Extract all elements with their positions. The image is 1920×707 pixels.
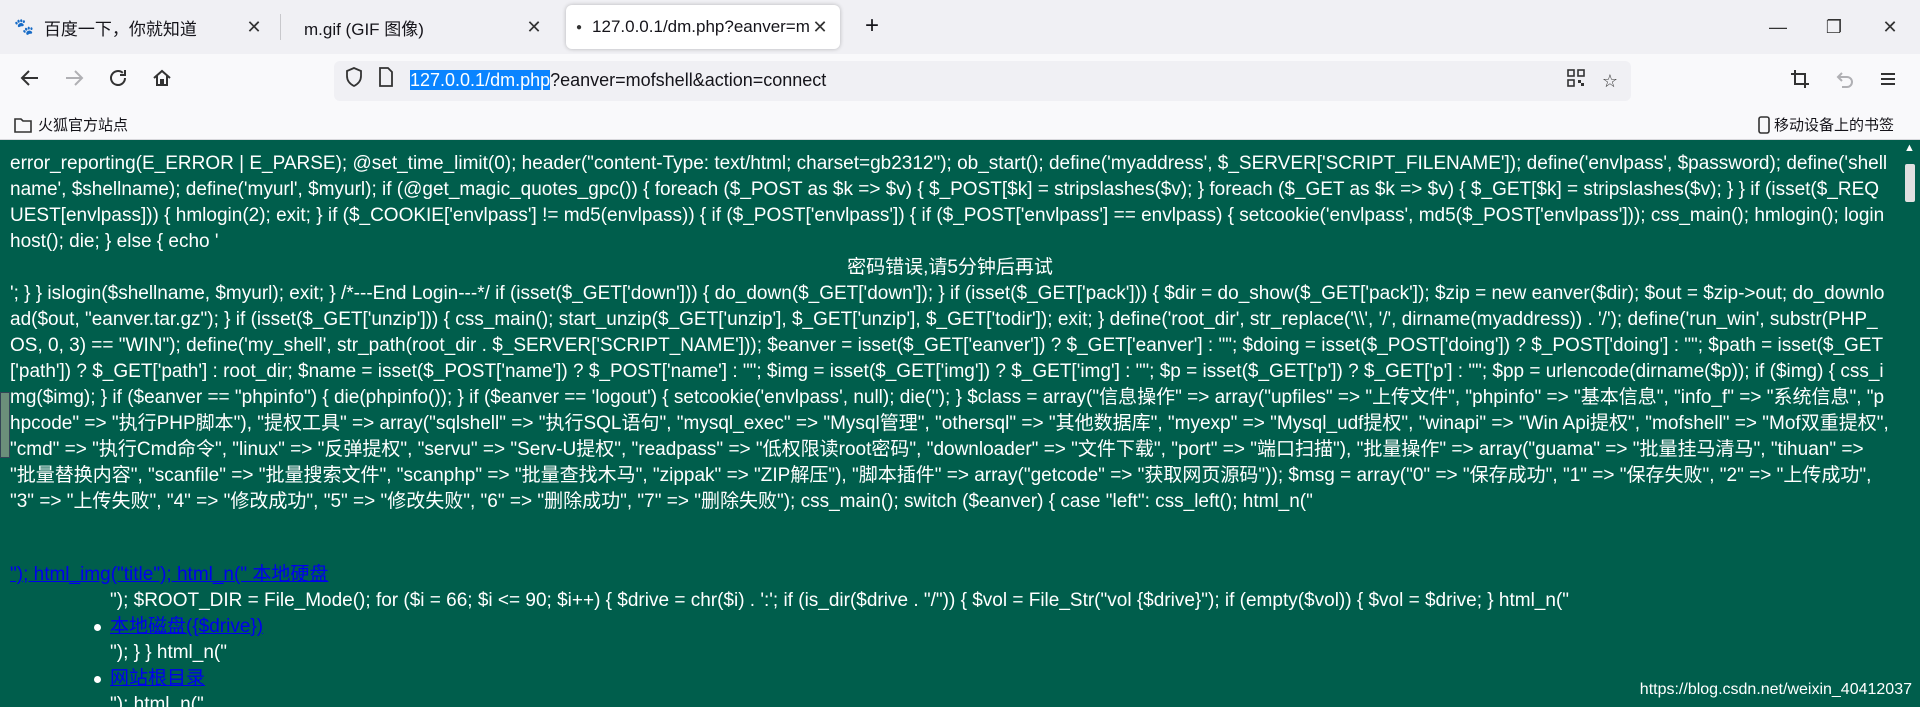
mobile-bookmarks[interactable]: 移动设备上的书签 (1758, 114, 1894, 135)
tab-baidu[interactable]: 🐾 百度一下，你就知道 ✕ (4, 5, 274, 49)
home-button[interactable] (146, 66, 178, 98)
side-panel-handle[interactable] (0, 392, 10, 458)
watermark: https://blog.csdn.net/weixin_40412037 (1639, 681, 1912, 698)
page-icon[interactable] (372, 67, 400, 95)
bullet-marker (94, 676, 101, 683)
arrow-left-icon (20, 70, 38, 86)
url-selected: 127.0.0.1/dm.php (410, 70, 551, 90)
tab-active[interactable]: ● 127.0.0.1/dm.php?eanver=mofshell ✕ (566, 5, 840, 49)
forward-button[interactable] (58, 66, 90, 98)
link-local-disk-drive[interactable]: 本地磁盘({$drive}) (110, 614, 263, 640)
close-window-icon[interactable]: ✕ (1870, 12, 1910, 42)
mobile-bookmarks-label: 移动设备上的书签 (1773, 117, 1894, 134)
source-part-2: '; } } islogin($shellname, $myurl); exit… (10, 283, 1889, 512)
menu-button[interactable] (1872, 66, 1904, 98)
vertical-scrollbar[interactable]: ▲ (1900, 140, 1920, 707)
url-query: ?eanver=mofshell&action=connect (550, 70, 827, 90)
paw-icon: 🐾 (14, 19, 34, 36)
new-tab-button[interactable]: + (856, 11, 888, 43)
home-icon (153, 69, 171, 86)
dot-icon: ● (576, 21, 583, 33)
source-line-root-dir: "); $ROOT_DIR = File_Mode(); for ($i = 6… (110, 590, 1570, 611)
tab-divider (280, 14, 281, 40)
hamburger-icon (1881, 73, 1895, 85)
minimize-icon[interactable]: — (1758, 12, 1798, 42)
tab-gif[interactable]: m.gif (GIF 图像) ✕ (284, 5, 554, 49)
source-part-1: error_reporting(E_ERROR | E_PARSE); @set… (10, 153, 1888, 252)
url-bar[interactable]: 127.0.0.1/dm.php?eanver=mofshell&action=… (334, 61, 1631, 101)
php-source-text: error_reporting(E_ERROR | E_PARSE); @set… (10, 151, 1890, 515)
folder-icon (14, 117, 32, 133)
link-local-disk-title[interactable]: "); html_img("title"); html_n(" 本地硬盘 (10, 562, 328, 588)
arrow-right-icon (66, 70, 84, 86)
close-icon[interactable]: ✕ (524, 17, 544, 38)
url-text[interactable]: 127.0.0.1/dm.php?eanver=mofshell&action=… (410, 70, 826, 91)
scroll-up-icon[interactable]: ▲ (1904, 142, 1915, 154)
crop-icon (1791, 70, 1809, 88)
navigation-toolbar: 127.0.0.1/dm.php?eanver=mofshell&action=… (0, 54, 1920, 108)
tab-title: 百度一下，你就知道 (43, 19, 197, 39)
reload-icon (110, 70, 126, 86)
link-website-root[interactable]: 网站根目录 (110, 666, 205, 692)
star-icon[interactable]: ☆ (1596, 67, 1624, 95)
close-icon[interactable]: ✕ (244, 17, 264, 38)
scroll-thumb[interactable] (1905, 164, 1915, 202)
bookmark-label: 火狐官方站点 (38, 117, 129, 134)
page-content: error_reporting(E_ERROR | E_PARSE); @set… (0, 140, 1900, 707)
close-icon[interactable]: ✕ (810, 17, 830, 38)
bookmark-firefox-official[interactable]: 火狐官方站点 (14, 114, 128, 135)
reload-button[interactable] (102, 66, 134, 98)
restore-icon[interactable]: ❐ (1814, 12, 1854, 42)
back-button[interactable] (14, 66, 46, 98)
qr-code-icon[interactable] (1562, 67, 1590, 95)
tab-strip: 🐾 百度一下，你就知道 ✕ m.gif (GIF 图像) ✕ ● 127.0.0… (0, 0, 1920, 54)
shield-icon[interactable] (340, 67, 368, 95)
source-line-html: "); html_n(" (110, 694, 204, 707)
tab-title: m.gif (GIF 图像) (304, 19, 424, 39)
error-message: 密码错误,请5分钟后再试 (847, 257, 1053, 278)
undo-icon (1836, 72, 1853, 88)
screenshot-button[interactable] (1784, 66, 1816, 98)
source-line-html: "); } } html_n(" (110, 642, 227, 663)
bullet-marker (94, 624, 101, 631)
undo-button[interactable] (1828, 66, 1860, 98)
phone-icon (1758, 115, 1770, 134)
tab-title: 127.0.0.1/dm.php?eanver=mofshell (592, 17, 810, 36)
bookmarks-toolbar: 火狐官方站点 移动设备上的书签 (0, 108, 1920, 140)
